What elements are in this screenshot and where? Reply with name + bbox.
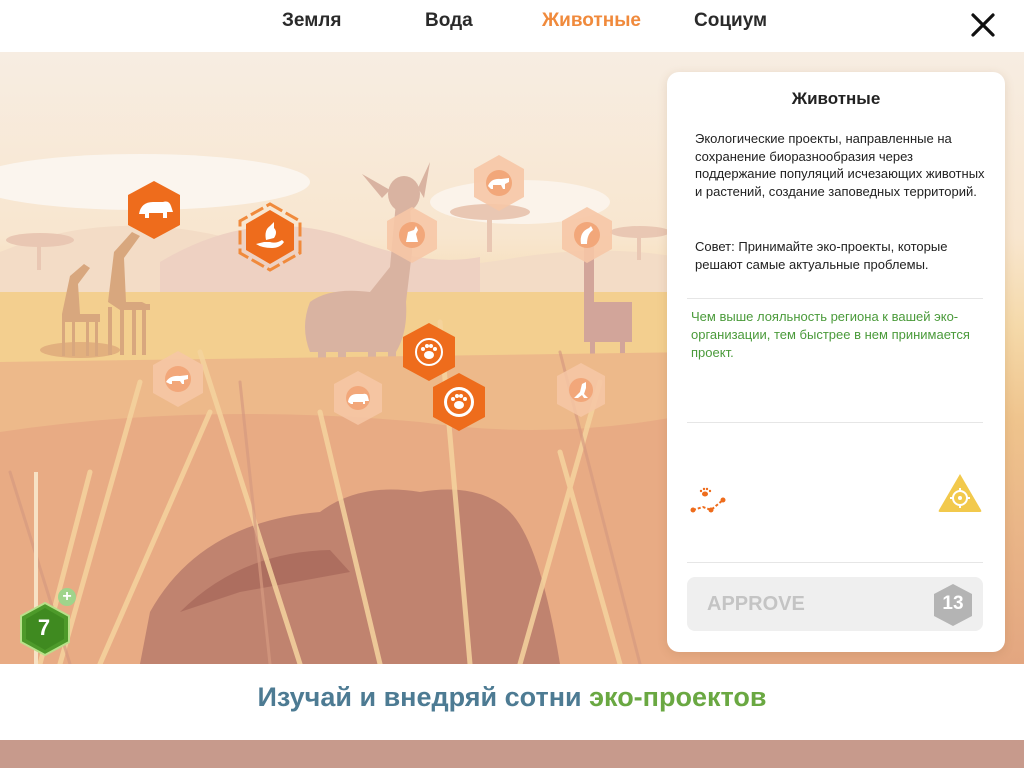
deer-icon bbox=[387, 207, 437, 263]
rhino-icon bbox=[128, 181, 180, 239]
paw-path-icon bbox=[690, 487, 726, 513]
close-button[interactable] bbox=[966, 8, 1000, 42]
panel-description: Экологические проекты, направленные на с… bbox=[695, 131, 985, 199]
tab-animals[interactable]: Животные bbox=[542, 10, 641, 32]
project-rhino-small[interactable] bbox=[333, 370, 383, 426]
tab-water[interactable]: Вода bbox=[425, 10, 473, 32]
level-badge[interactable]: 7 bbox=[20, 601, 72, 658]
level-number: 7 bbox=[37, 615, 51, 640]
project-bird-in-hand[interactable] bbox=[238, 202, 302, 272]
paw-ring-icon bbox=[433, 373, 485, 431]
divider bbox=[687, 562, 983, 563]
top-nav: Земля Вода Животные Социум bbox=[0, 0, 1024, 52]
banner-text-part2: эко-проектов bbox=[589, 682, 767, 712]
divider bbox=[687, 422, 983, 423]
approve-button[interactable]: APPROVE 13 bbox=[687, 577, 983, 631]
panel-tip: Совет: Принимайте эко-проекты, которые р… bbox=[695, 239, 948, 272]
promo-banner: Изучай и внедряй сотни эко-проектов bbox=[0, 664, 1024, 740]
giraffe-icon bbox=[562, 207, 612, 263]
close-icon bbox=[971, 13, 995, 37]
divider bbox=[687, 298, 983, 299]
approve-cost-badge: 13 bbox=[933, 583, 973, 627]
panel-title: Животные bbox=[791, 89, 881, 108]
project-info-panel: Животные Экологические проекты, направле… bbox=[667, 72, 1005, 652]
kangaroo-icon bbox=[557, 363, 605, 417]
project-cheetah[interactable] bbox=[152, 350, 204, 408]
banner-text-part1: Изучай и внедряй сотни bbox=[257, 682, 582, 712]
cheetah-icon bbox=[153, 351, 203, 407]
rhino-icon bbox=[334, 371, 382, 425]
approve-label: APPROVE bbox=[707, 593, 805, 615]
banner-text: Изучай и внедряй сотни эко-проектов bbox=[0, 682, 1024, 713]
project-rhino[interactable] bbox=[127, 180, 181, 240]
project-deer[interactable] bbox=[386, 206, 438, 264]
leopard-icon bbox=[474, 155, 524, 211]
approve-cost-number: 13 bbox=[942, 593, 964, 614]
tab-society[interactable]: Социум bbox=[694, 10, 767, 32]
project-kangaroo[interactable] bbox=[556, 362, 606, 418]
bird-in-hand-icon bbox=[238, 202, 302, 272]
tab-earth[interactable]: Земля bbox=[282, 10, 341, 32]
panel-loyalty-note: Чем выше лояльность региона к вашей эко-… bbox=[691, 309, 970, 360]
warning-target-icon[interactable] bbox=[937, 472, 983, 514]
bottom-scene-strip bbox=[0, 740, 1024, 768]
project-giraffe[interactable] bbox=[561, 206, 613, 264]
project-paw-ring[interactable] bbox=[432, 372, 486, 432]
level-plus-icon[interactable]: + bbox=[58, 588, 76, 606]
project-leopard[interactable] bbox=[473, 154, 525, 212]
